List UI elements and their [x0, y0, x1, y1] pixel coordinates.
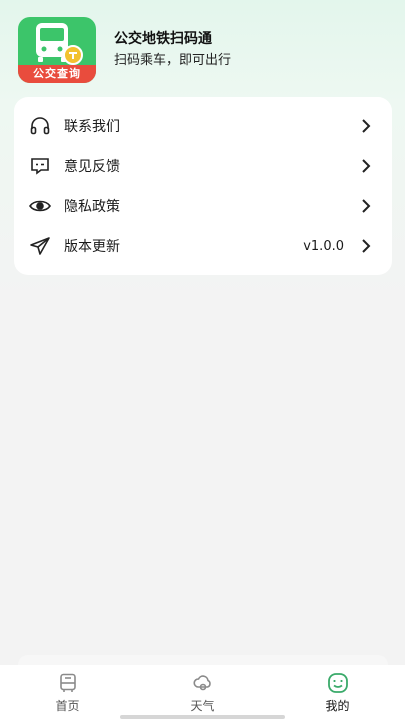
weather-icon — [192, 675, 211, 691]
settings-menu-card: 联系我们 意见反馈 隐私政策 版本更新 v1.0.0 — [14, 97, 392, 275]
chevron-right-icon — [362, 199, 371, 213]
send-icon — [28, 234, 52, 258]
tabbar-top-edge — [18, 655, 388, 665]
bottom-tab-bar: 首页 天气 我的 — [0, 665, 405, 720]
app-title: 公交地铁扫码通 — [114, 31, 212, 47]
tab-mine[interactable]: 我的 — [288, 665, 388, 720]
app-logo: 公交查询 — [18, 17, 96, 83]
menu-item-privacy[interactable]: 隐私政策 — [14, 186, 392, 226]
app-header: 公交查询 公交地铁扫码通 扫码乘车，即可出行 — [18, 17, 388, 83]
menu-label-feedback: 意见反馈 — [64, 159, 120, 175]
app-subtitle: 扫码乘车，即可出行 — [114, 53, 232, 68]
menu-item-feedback[interactable]: 意见反馈 — [14, 146, 392, 186]
feedback-icon — [28, 154, 52, 178]
eye-icon — [28, 194, 52, 218]
version-text: v1.0.0 — [303, 238, 344, 254]
chevron-right-icon — [362, 159, 371, 173]
chevron-right-icon — [362, 119, 371, 133]
menu-item-update[interactable]: 版本更新 v1.0.0 — [14, 226, 392, 266]
tab-home[interactable]: 首页 — [18, 665, 118, 720]
chevron-right-icon — [362, 239, 371, 253]
home-indicator — [120, 715, 285, 719]
tab-label-mine: 我的 — [325, 699, 350, 713]
bus-icon — [59, 673, 76, 692]
smile-icon — [327, 673, 348, 693]
tab-label-home: 首页 — [55, 699, 80, 713]
menu-label-contact: 联系我们 — [64, 119, 120, 135]
menu-label-update: 版本更新 — [64, 239, 120, 255]
tab-weather[interactable]: 天气 — [153, 665, 253, 720]
tab-label-weather: 天气 — [190, 699, 215, 713]
menu-label-privacy: 隐私政策 — [64, 199, 120, 215]
menu-item-contact[interactable]: 联系我们 — [14, 106, 392, 146]
app-logo-label: 公交查询 — [18, 65, 96, 83]
headphones-icon — [28, 114, 52, 138]
